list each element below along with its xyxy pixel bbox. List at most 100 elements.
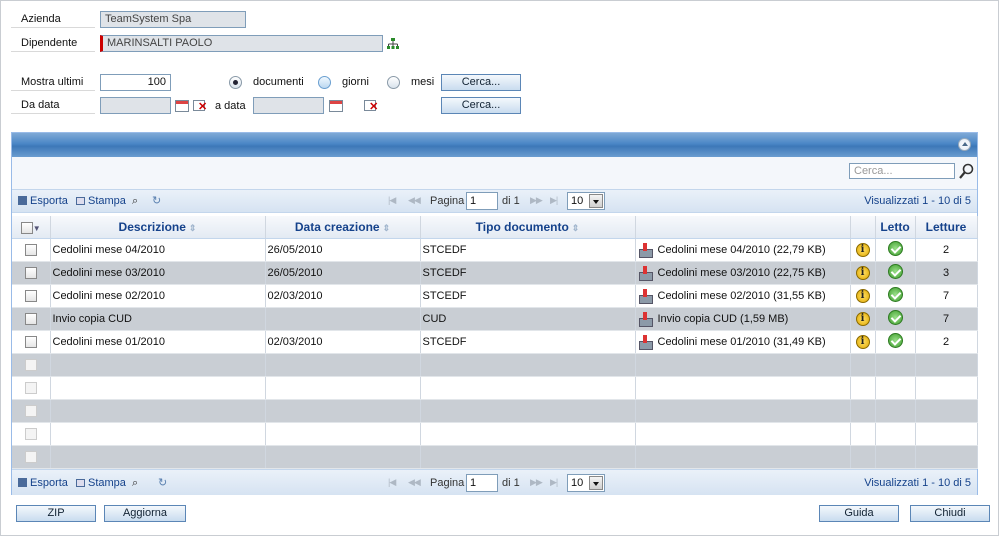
row-checkbox[interactable] <box>12 399 51 423</box>
empty-cell <box>420 445 636 469</box>
zoom-icon[interactable]: ⌕ <box>132 476 138 490</box>
cell-file[interactable]: Cedolini mese 04/2010 (22,79 KB) <box>635 238 851 262</box>
page-size-select[interactable]: 10 <box>567 474 605 492</box>
table-row[interactable] <box>12 445 978 469</box>
cell-file[interactable]: Cedolini mese 03/2010 (22,75 KB) <box>635 261 851 285</box>
cell-info[interactable]: i <box>850 330 876 354</box>
info-icon[interactable]: i <box>855 334 870 349</box>
zip-button[interactable]: ZIP <box>16 505 96 522</box>
page-input[interactable]: 1 <box>466 192 498 210</box>
collapse-icon[interactable] <box>958 138 971 151</box>
table-row[interactable] <box>12 353 978 377</box>
stampa-button[interactable]: Stampa <box>76 194 126 208</box>
col-data-creazione[interactable]: Data creazione ⇕ <box>265 216 421 239</box>
radio-documenti[interactable] <box>229 76 242 89</box>
cell-letto <box>875 261 916 285</box>
cell-file[interactable]: Cedolini mese 02/2010 (31,55 KB) <box>635 284 851 308</box>
first-page-icon[interactable]: |◀ <box>388 477 396 488</box>
clear-date-icon[interactable] <box>193 100 207 112</box>
radio-giorni[interactable] <box>318 76 331 89</box>
col-descrizione[interactable]: Descrizione ⇕ <box>50 216 266 239</box>
page-size-select[interactable]: 10 <box>567 192 605 210</box>
download-icon[interactable] <box>638 334 653 350</box>
cell-file[interactable]: Invio copia CUD (1,59 MB) <box>635 307 851 331</box>
prev-page-icon[interactable]: ◀◀ <box>408 477 421 488</box>
row-checkbox[interactable] <box>12 261 51 285</box>
da-data-input[interactable] <box>100 97 171 114</box>
refresh-icon[interactable]: ↻ <box>152 194 161 208</box>
table-row[interactable]: Cedolini mese 02/2010 02/03/2010 STCEDF Ced… <box>12 284 978 308</box>
calendar-icon[interactable] <box>175 100 189 112</box>
row-checkbox[interactable] <box>12 330 51 354</box>
row-checkbox[interactable] <box>12 353 51 377</box>
guida-button[interactable]: Guida <box>819 505 899 522</box>
row-checkbox[interactable] <box>12 445 51 469</box>
download-icon[interactable] <box>638 288 653 304</box>
esporta-button[interactable]: Esporta <box>18 476 68 490</box>
cell-info[interactable]: i <box>850 261 876 285</box>
info-icon[interactable]: i <box>855 311 870 326</box>
row-checkbox[interactable] <box>12 422 51 446</box>
chiudi-button[interactable]: Chiudi <box>910 505 990 522</box>
page-input[interactable]: 1 <box>466 474 498 492</box>
table-row[interactable] <box>12 422 978 446</box>
next-page-icon[interactable]: ▶▶ <box>530 477 543 488</box>
esporta-button[interactable]: Esporta <box>18 194 68 208</box>
calendar-icon[interactable] <box>329 100 343 112</box>
cell-info[interactable]: i <box>850 238 876 262</box>
cell-info[interactable]: i <box>850 307 876 331</box>
dipendente-field[interactable]: MARINSALTI PAOLO <box>100 35 383 52</box>
empty-cell <box>915 445 978 469</box>
table-row[interactable]: Cedolini mese 03/2010 26/05/2010 STCEDF Ced… <box>12 261 978 285</box>
file-link[interactable]: Invio copia CUD (1,59 MB) <box>658 312 789 324</box>
cerca-button-top[interactable]: Cerca... <box>441 74 521 91</box>
stampa-label: Stampa <box>88 477 126 489</box>
cell-info[interactable]: i <box>850 284 876 308</box>
row-checkbox[interactable] <box>12 284 51 308</box>
col-letture[interactable]: Letture <box>915 216 978 239</box>
prev-page-icon[interactable]: ◀◀ <box>408 195 421 206</box>
row-checkbox[interactable] <box>12 238 51 262</box>
clear-date-icon[interactable] <box>364 100 378 112</box>
page-count: di 1 <box>502 195 520 207</box>
pagina-label: Pagina <box>430 477 465 489</box>
last-page-icon[interactable]: ▶| <box>550 477 558 488</box>
info-icon[interactable]: i <box>855 242 870 257</box>
mostra-ultimi-input[interactable]: 100 <box>100 74 171 91</box>
col-letto[interactable]: Letto <box>875 216 916 239</box>
file-link[interactable]: Cedolini mese 02/2010 (31,55 KB) <box>658 289 826 301</box>
cell-descrizione: Invio copia CUD <box>50 307 266 331</box>
a-data-input[interactable] <box>253 97 324 114</box>
select-all-checkbox[interactable]: ▼ <box>12 216 51 239</box>
cell-letto <box>875 238 916 262</box>
col-tipo-documento[interactable]: Tipo documento ⇕ <box>420 216 636 239</box>
employee-tree-icon[interactable] <box>387 38 399 50</box>
stampa-button[interactable]: Stampa <box>76 476 126 490</box>
zoom-icon[interactable]: ⌕ <box>132 194 138 208</box>
search-icon[interactable] <box>958 163 974 183</box>
table-row[interactable]: Cedolini mese 01/2010 02/03/2010 STCEDF Ced… <box>12 330 978 354</box>
info-icon[interactable]: i <box>855 265 870 280</box>
file-link[interactable]: Cedolini mese 01/2010 (31,49 KB) <box>658 335 826 347</box>
row-checkbox[interactable] <box>12 307 51 331</box>
file-link[interactable]: Cedolini mese 03/2010 (22,75 KB) <box>658 266 826 278</box>
first-page-icon[interactable]: |◀ <box>388 195 396 206</box>
info-icon[interactable]: i <box>855 288 870 303</box>
next-page-icon[interactable]: ▶▶ <box>530 195 543 206</box>
table-row[interactable] <box>12 376 978 400</box>
download-icon[interactable] <box>638 265 653 281</box>
grid-search-input[interactable]: Cerca... <box>849 163 955 179</box>
radio-mesi[interactable] <box>387 76 400 89</box>
download-icon[interactable] <box>638 242 653 258</box>
cell-file[interactable]: Cedolini mese 01/2010 (31,49 KB) <box>635 330 851 354</box>
table-row[interactable]: Cedolini mese 04/2010 26/05/2010 STCEDF Ced… <box>12 238 978 262</box>
table-row[interactable] <box>12 399 978 423</box>
download-icon[interactable] <box>638 311 653 327</box>
row-checkbox[interactable] <box>12 376 51 400</box>
aggiorna-button[interactable]: Aggiorna <box>104 505 186 522</box>
table-row[interactable]: Invio copia CUD CUD Invio copia CUD (1,59 … <box>12 307 978 331</box>
file-link[interactable]: Cedolini mese 04/2010 (22,79 KB) <box>658 243 826 255</box>
cerca-button-bottom[interactable]: Cerca... <box>441 97 521 114</box>
last-page-icon[interactable]: ▶| <box>550 195 558 206</box>
refresh-icon[interactable]: ↻ <box>158 476 167 490</box>
